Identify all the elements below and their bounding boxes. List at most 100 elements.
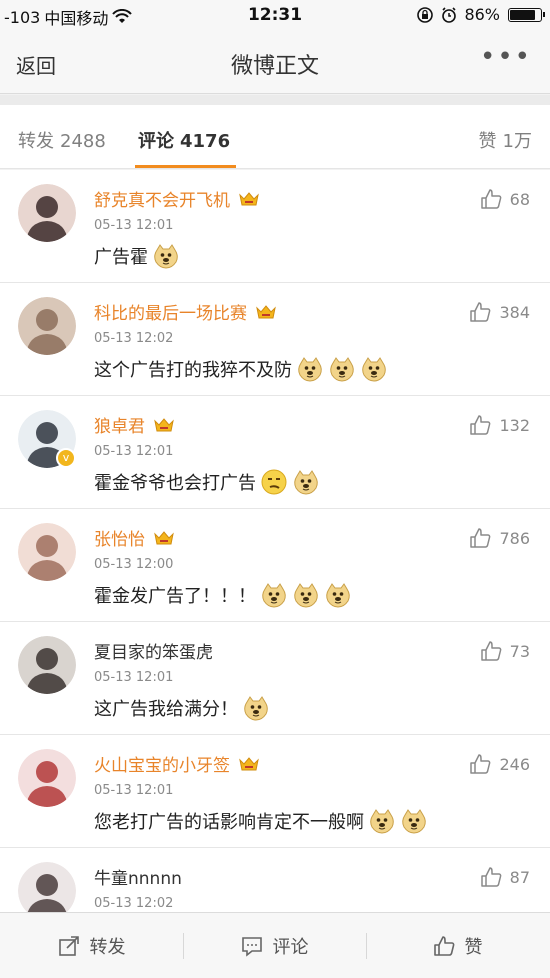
comment-body: 广告霍 — [94, 242, 180, 270]
doge-emoji-icon — [370, 809, 394, 834]
comment-header: 舒克真不会开飞机 — [94, 186, 260, 211]
comment-icon — [241, 937, 262, 957]
comment-like-count: 87 — [509, 867, 530, 887]
more-button[interactable]: ••• — [480, 42, 532, 72]
avatar[interactable] — [18, 297, 76, 355]
vip-crown-icon — [154, 417, 174, 431]
tab-reposts-count: 2488 — [60, 131, 106, 152]
comment-like-button[interactable]: 68 — [480, 188, 530, 210]
tab-comments-label: 评论 — [138, 131, 174, 152]
avatar[interactable] — [18, 862, 76, 912]
comment-item[interactable]: 舒克真不会开飞机 05-13 12:01 广告霍 68 — [0, 170, 550, 283]
comment-header: 夏目家的笨蛋虎 — [94, 638, 213, 663]
comment-text: 广告霍 — [94, 247, 148, 268]
doge-emoji-icon — [330, 357, 354, 382]
rotation-lock-icon — [417, 6, 434, 23]
comment-body: 这广告我给满分！ — [94, 694, 270, 722]
username[interactable]: 狼卓君 — [94, 412, 145, 437]
doge-emoji-icon — [262, 583, 286, 608]
page-title: 微博正文 — [230, 54, 319, 79]
comment-like-button[interactable]: 786 — [469, 527, 530, 549]
status-bar: -103 中国移动 12:31 86% — [0, 0, 550, 30]
comment-timestamp: 05-13 12:01 — [94, 218, 174, 233]
comment-item[interactable]: 夏目家的笨蛋虎 05-13 12:01 这广告我给满分！ 73 — [0, 622, 550, 735]
comment-list: 舒克真不会开飞机 05-13 12:01 广告霍 68 科比的最后一场比赛 05… — [0, 170, 550, 912]
comment-like-button[interactable]: 384 — [469, 301, 530, 323]
username[interactable]: 牛童nnnnn — [94, 864, 182, 889]
tab-reposts-label: 转发 — [18, 131, 54, 152]
vip-crown-icon — [239, 756, 259, 770]
thumbs-up-icon — [470, 415, 491, 435]
comment-like-button[interactable]: 132 — [469, 414, 530, 436]
comment-text: 您老打广告的话影响肯定不一般啊 — [94, 812, 364, 833]
comment-header: 张怡怡 — [94, 525, 175, 550]
comment-like-button[interactable]: 246 — [469, 753, 530, 775]
tab-comments[interactable]: 评论 4176 — [138, 127, 230, 153]
doge-emoji-icon — [362, 357, 386, 382]
doge-emoji-icon — [402, 809, 426, 834]
thumbs-up-icon — [480, 641, 502, 661]
doge-emoji-icon — [298, 357, 322, 382]
comment-button[interactable]: 评论 — [183, 913, 366, 978]
comment-text: 这广告我给满分！ — [94, 699, 238, 720]
comment-body: 您老打广告的话影响肯定不一般啊 — [94, 807, 428, 835]
username[interactable]: 火山宝宝的小牙签 — [94, 751, 230, 776]
comment-body: 霍金爷爷也会打广告 — [94, 468, 320, 496]
thumbs-up-icon — [470, 528, 491, 548]
active-tab-indicator — [135, 165, 236, 168]
comment-item[interactable]: 火山宝宝的小牙签 05-13 12:01 您老打广告的话影响肯定不一般啊 246 — [0, 735, 550, 848]
tab-bar: 转发 2488 评论 4176 赞 1万 — [0, 105, 550, 169]
comment-item[interactable]: v 狼卓君 05-13 12:01 霍金爷爷也会打广告 132 — [0, 396, 550, 509]
thumbs-up-icon — [480, 189, 502, 209]
avatar[interactable] — [18, 636, 76, 694]
comment-timestamp: 05-13 12:01 — [94, 444, 174, 459]
tab-comments-count: 4176 — [180, 131, 231, 152]
comment-item[interactable]: 张怡怡 05-13 12:00 霍金发广告了！！！ 786 — [0, 509, 550, 622]
battery-percent: 86% — [464, 5, 500, 24]
comment-text: 霍金爷爷也会打广告 — [94, 473, 256, 494]
comment-body: 这个广告打的我猝不及防 — [94, 355, 388, 383]
comment-header: 牛童nnnnn — [94, 864, 182, 889]
comment-like-count: 73 — [509, 641, 530, 661]
like-button[interactable]: 赞 — [366, 913, 549, 978]
username[interactable]: 夏目家的笨蛋虎 — [94, 638, 213, 663]
comment-like-button[interactable]: 87 — [480, 866, 530, 888]
doge-emoji-icon — [154, 244, 178, 269]
status-right: 86% — [416, 5, 545, 24]
avatar[interactable] — [18, 749, 76, 807]
avatar[interactable] — [18, 184, 76, 242]
tab-likes-count: 1万 — [502, 131, 532, 152]
comment-timestamp: 05-13 12:00 — [94, 557, 174, 572]
comment-like-count: 246 — [499, 754, 530, 774]
comment-like-button[interactable]: 73 — [480, 640, 530, 662]
smirk-emoji-icon — [261, 469, 287, 495]
username[interactable]: 张怡怡 — [94, 525, 145, 550]
tab-likes-label: 赞 — [478, 131, 497, 152]
vip-crown-icon — [256, 304, 276, 318]
tab-likes[interactable]: 赞 1万 — [479, 127, 532, 153]
username[interactable]: 舒克真不会开飞机 — [94, 186, 230, 211]
bottom-action-bar: 转发 评论 赞 — [0, 912, 550, 978]
battery-icon — [508, 7, 545, 22]
tab-reposts[interactable]: 转发 2488 — [18, 127, 106, 153]
nav-bar: 返回 微博正文 ••• — [0, 30, 550, 94]
thumbs-up-icon — [433, 936, 454, 956]
comment-item[interactable]: 科比的最后一场比赛 05-13 12:02 这个广告打的我猝不及防 384 — [0, 283, 550, 396]
doge-emoji-icon — [244, 696, 268, 721]
comment-label: 评论 — [272, 937, 309, 958]
thumbs-up-icon — [470, 302, 491, 322]
comment-timestamp: 05-13 12:01 — [94, 670, 174, 685]
repost-label: 转发 — [89, 937, 126, 958]
comment-like-count: 786 — [499, 528, 530, 548]
avatar[interactable] — [18, 523, 76, 581]
doge-emoji-icon — [294, 470, 318, 495]
comment-item[interactable]: 牛童nnnnn 05-13 12:02 87 — [0, 848, 550, 912]
repost-button[interactable]: 转发 — [0, 913, 183, 978]
like-label: 赞 — [464, 937, 483, 958]
comment-body: 霍金发广告了！！！ — [94, 581, 352, 609]
vip-crown-icon — [154, 530, 174, 544]
username[interactable]: 科比的最后一场比赛 — [94, 299, 247, 324]
section-divider — [0, 95, 550, 105]
comment-timestamp: 05-13 12:02 — [94, 896, 174, 911]
battery-fill — [510, 9, 535, 20]
